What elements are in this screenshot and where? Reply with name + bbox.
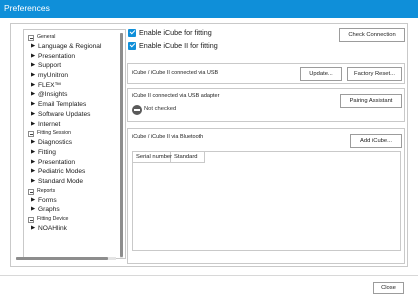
close-button[interactable]: Close <box>373 282 404 294</box>
column-header-standard[interactable]: Standard <box>171 152 205 163</box>
tree-item-label: Pediatric Modes <box>38 168 86 176</box>
column-header-serial-number[interactable]: Serial number <box>133 152 172 163</box>
checkbox-checked-icon[interactable] <box>128 28 136 37</box>
expand-arrow-icon: ▶ <box>31 110 36 117</box>
tree-item-label: Presentation <box>38 52 76 60</box>
expand-arrow-icon: ▶ <box>31 72 36 79</box>
enable-icube-checkbox[interactable]: Enable iCube for fitting <box>128 27 212 38</box>
tree-item-label: Fitting <box>38 148 56 156</box>
table-header: Serial number Standard <box>133 152 205 163</box>
check-connection-button[interactable]: Check Connection <box>339 28 405 42</box>
tree-group[interactable]: Fitting Device <box>28 215 116 224</box>
tree-item-label: FLEX™ <box>38 81 62 89</box>
tree-item[interactable]: ▶ Presentation <box>28 52 116 62</box>
tree-item-label: myUnitron <box>38 72 69 80</box>
tree-vertical-scrollbar[interactable] <box>120 33 123 258</box>
tree-item[interactable]: ▶ Language & Regional <box>28 42 116 52</box>
usb-panel: iCube / iCube II connected via USB Updat… <box>127 63 405 84</box>
tree-group-label: Fitting Session <box>37 130 72 137</box>
expand-arrow-icon: ▶ <box>31 101 36 108</box>
enable-icube-label: Enable iCube for fitting <box>139 28 212 37</box>
tree-item-label: Forms <box>38 196 57 204</box>
tree-group[interactable]: General <box>28 33 116 42</box>
tree-item[interactable]: ▶ FLEX™ <box>28 81 116 91</box>
tree-item[interactable]: ▶ myUnitron <box>28 71 116 81</box>
factory-reset-button[interactable]: Factory Reset... <box>347 67 402 81</box>
expand-arrow-icon: ▶ <box>31 62 36 69</box>
checkbox-checked-icon[interactable] <box>128 41 136 50</box>
tree-item-label: Language & Regional <box>38 43 102 50</box>
tree-vertical-scroll-thumb[interactable] <box>120 33 123 257</box>
tree-item[interactable]: ▶ Email Templates <box>28 100 116 110</box>
tree-item[interactable]: ▶ Pediatric Modes <box>28 167 116 177</box>
tree-item[interactable]: ▶ Forms <box>28 196 116 206</box>
tree-item[interactable]: ▶ Graphs <box>28 205 116 215</box>
tree-group-label: Reports <box>37 187 56 194</box>
tree-group-label: Fitting Device <box>37 216 69 222</box>
collapse-icon[interactable] <box>28 217 34 223</box>
expand-arrow-icon: ▶ <box>31 120 36 127</box>
tree-item-label: Email Templates <box>38 101 87 109</box>
enable-icube-ii-label: Enable iCube II for fitting <box>139 41 218 50</box>
footer-divider <box>0 275 418 276</box>
tree-item-label: Software Updates <box>38 110 91 118</box>
expand-arrow-icon: ▶ <box>31 206 36 213</box>
tree-item[interactable]: ▶ Internet <box>28 120 116 130</box>
expand-arrow-icon: ▶ <box>31 52 36 59</box>
settings-tree-list: General ▶ Language & Regional ▶ Presentation… <box>28 33 116 234</box>
window-title: Preferences <box>4 3 50 13</box>
expand-arrow-icon: ▶ <box>31 158 36 165</box>
title-bar: Preferences <box>0 0 418 18</box>
connection-status: Not checked <box>144 106 177 112</box>
tree-group[interactable]: Fitting Session <box>28 129 116 138</box>
expand-arrow-icon: ▶ <box>31 168 36 175</box>
tree-item-label: Support <box>38 62 62 70</box>
tree-item[interactable]: ▶ Presentation <box>28 158 116 168</box>
tree-item-label: Presentation <box>38 158 76 166</box>
tree-item-label: Diagnostics <box>38 139 73 147</box>
collapse-icon[interactable] <box>28 35 34 41</box>
expand-arrow-icon: ▶ <box>31 196 36 203</box>
expand-arrow-icon: ▶ <box>31 139 36 146</box>
not-checked-icon <box>132 105 142 115</box>
tree-item-label: Graphs <box>38 206 60 214</box>
tree-item-label: NOAHlink <box>38 225 67 232</box>
tree-item[interactable]: ▶ Software Updates <box>28 110 116 120</box>
tree-item[interactable]: ▶ NOAHlink <box>28 224 116 234</box>
collapse-icon[interactable] <box>28 188 34 195</box>
bluetooth-panel: iCube / iCube II via Bluetooth Add iCube… <box>127 128 405 264</box>
tree-item-label: Internet <box>38 120 61 128</box>
expand-arrow-icon: ▶ <box>31 148 36 155</box>
usb-panel-title: iCube / iCube II connected via USB <box>132 70 219 76</box>
tree-item[interactable]: ▶ Diagnostics <box>28 138 116 148</box>
tree-item[interactable]: ▶ Fitting <box>28 148 116 158</box>
enable-icube-ii-checkbox[interactable]: Enable iCube II for fitting <box>128 40 218 51</box>
tree-horizontal-scrollbar[interactable] <box>16 257 116 260</box>
bluetooth-device-table[interactable]: Serial number Standard <box>132 151 401 251</box>
tree-item-label: @Insights <box>38 91 68 99</box>
pairing-assistant-button[interactable]: Pairing Assistant <box>340 94 402 108</box>
expand-arrow-icon: ▶ <box>31 81 36 88</box>
expand-arrow-icon: ▶ <box>31 43 36 49</box>
update-button[interactable]: Update... <box>300 67 342 81</box>
usb-adapter-panel-title: iCube II connected via USB adapter <box>132 93 220 99</box>
tree-group[interactable]: Reports <box>28 187 116 196</box>
tree-group-label: General <box>37 34 56 40</box>
collapse-icon[interactable] <box>28 131 34 138</box>
expand-arrow-icon: ▶ <box>31 177 36 184</box>
settings-tree: General ▶ Language & Regional ▶ Presentation… <box>23 29 126 259</box>
tree-item[interactable]: ▶ Support <box>28 61 116 71</box>
usb-adapter-panel: iCube II connected via USB adapter Pairi… <box>127 88 405 122</box>
tree-item-label: Standard Mode <box>38 177 84 185</box>
tree-item[interactable]: ▶ Standard Mode <box>28 177 116 187</box>
expand-arrow-icon: ▶ <box>31 225 36 231</box>
tree-horizontal-scroll-thumb[interactable] <box>16 257 108 260</box>
add-icube-button[interactable]: Add iCube... <box>350 134 402 148</box>
bluetooth-panel-title: iCube / iCube II via Bluetooth <box>132 134 204 140</box>
expand-arrow-icon: ▶ <box>31 91 36 98</box>
tree-item[interactable]: ▶ @Insights <box>28 90 116 100</box>
